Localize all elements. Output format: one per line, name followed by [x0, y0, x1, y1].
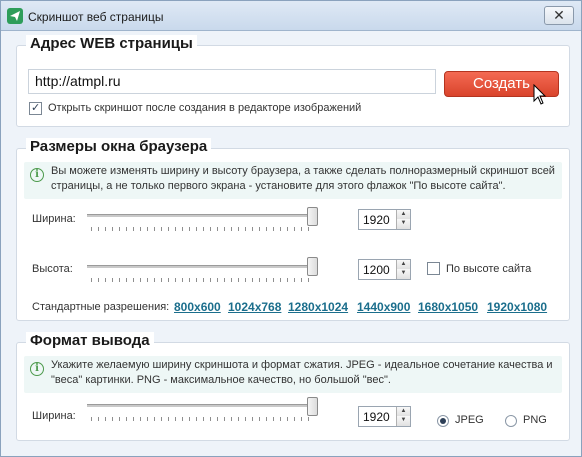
format-jpeg-radio[interactable] [437, 415, 449, 427]
output-width-value: 1920 [363, 410, 390, 424]
output-info-text: Укажите желаемую ширину скриншота и форм… [51, 359, 553, 386]
height-spinbox[interactable]: 1200 ▲ ▼ [358, 259, 411, 280]
close-button[interactable]: ✕ [544, 6, 574, 25]
address-section-title: Адрес WEB страницы [26, 35, 197, 52]
fit-height-checkbox[interactable] [427, 262, 440, 275]
output-width-label: Ширина: [32, 410, 76, 422]
width-label: Ширина: [32, 213, 76, 225]
info-icon: i [30, 362, 44, 376]
preset-link-1280x1024[interactable]: 1280x1024 [288, 300, 348, 314]
output-format-section-title: Формат вывода [26, 332, 154, 349]
height-slider[interactable] [87, 265, 317, 268]
browser-size-section-title: Размеры окна браузера [26, 138, 212, 155]
preset-link-1440x900[interactable]: 1440x900 [357, 300, 410, 314]
screenshot-dialog: Скриншот веб страницы ✕ Адрес WEB страни… [0, 0, 582, 457]
width-slider[interactable] [87, 214, 317, 217]
open-in-editor-checkbox[interactable] [29, 101, 42, 115]
output-width-spinbox[interactable]: 1920 ▲ ▼ [358, 406, 411, 427]
width-decrement-icon[interactable]: ▼ [396, 219, 410, 229]
height-label: Высота: [32, 263, 73, 275]
height-slider-thumb[interactable] [307, 257, 318, 276]
output-width-slider[interactable] [87, 404, 317, 407]
window-title: Скриншот веб страницы [28, 10, 164, 24]
address-section: Адрес WEB страницы http://atmpl.ru Созда… [16, 35, 570, 127]
paper-plane-icon [7, 8, 23, 24]
output-width-slider-ticks [91, 417, 315, 421]
width-slider-thumb[interactable] [307, 207, 318, 226]
close-icon: ✕ [553, 7, 565, 23]
height-decrement-icon[interactable]: ▼ [396, 269, 410, 279]
info-icon: i [30, 168, 44, 182]
output-info-box: i Укажите желаемую ширину скриншота и фо… [24, 356, 562, 393]
title-bar[interactable]: Скриншот веб страницы ✕ [1, 1, 581, 31]
preset-link-1680x1050[interactable]: 1680x1050 [418, 300, 478, 314]
output-width-slider-thumb[interactable] [307, 397, 318, 416]
output-format-section: Формат вывода i Укажите желаемую ширину … [16, 332, 570, 441]
url-input[interactable]: http://atmpl.ru [28, 69, 436, 94]
width-spinbox[interactable]: 1920 ▲ ▼ [358, 209, 411, 230]
height-value: 1200 [363, 263, 390, 277]
preset-link-800x600[interactable]: 800x600 [174, 300, 221, 314]
format-jpeg-label: JPEG [455, 414, 484, 426]
height-slider-ticks [91, 278, 315, 282]
mouse-cursor-icon [533, 84, 547, 105]
format-png-radio[interactable] [505, 415, 517, 427]
format-png-label: PNG [523, 414, 547, 426]
preset-link-1024x768[interactable]: 1024x768 [228, 300, 281, 314]
browser-info-box: i Вы можете изменять ширину и высоту бра… [24, 162, 562, 199]
preset-link-1920x1080[interactable]: 1920x1080 [487, 300, 547, 314]
browser-info-text: Вы можете изменять ширину и высоту брауз… [51, 165, 555, 192]
presets-label: Стандартные разрешения: [32, 301, 170, 313]
width-value: 1920 [363, 213, 390, 227]
width-slider-ticks [91, 227, 315, 231]
browser-size-section: Размеры окна браузера i Вы можете изменя… [16, 138, 570, 321]
output-width-decrement-icon[interactable]: ▼ [396, 416, 410, 426]
open-in-editor-label: Открыть скриншот после создания в редакт… [48, 102, 362, 114]
fit-height-label: По высоте сайта [446, 263, 532, 275]
